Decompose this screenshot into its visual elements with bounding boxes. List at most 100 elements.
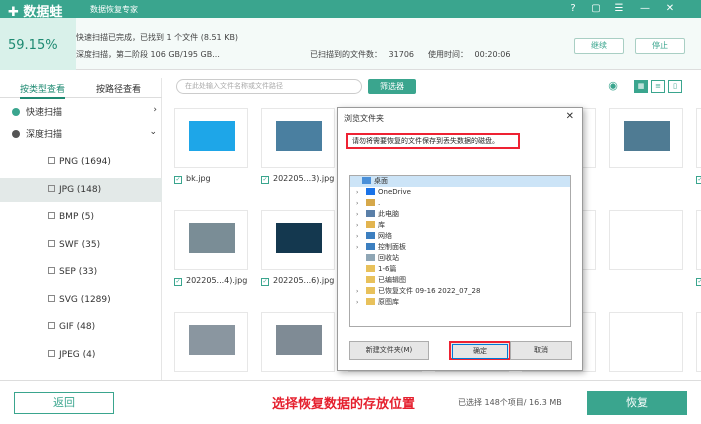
folder-tree-item[interactable]: 已编辑图 (350, 275, 570, 286)
chevron-down-icon[interactable]: ⌄ (149, 127, 157, 137)
file-name: ✓bottom...ft.jpg (696, 276, 701, 286)
file-thumbnail[interactable] (261, 210, 335, 270)
check-icon[interactable]: ✓ (174, 176, 182, 184)
file-type-item[interactable]: BMP (5) (0, 205, 162, 229)
file-thumbnail[interactable] (609, 210, 683, 270)
checkbox[interactable] (48, 184, 55, 192)
new-folder-button[interactable]: 新建文件夹(M) (349, 341, 429, 360)
dialog-close-icon[interactable]: ✕ (566, 111, 574, 122)
expand-chevron-icon[interactable]: › (356, 187, 366, 198)
file-type-item[interactable]: SVG (1289) (0, 288, 162, 312)
expand-chevron-icon[interactable]: › (356, 220, 366, 231)
file-type-item[interactable]: SWF (35) (0, 233, 162, 257)
search-input[interactable]: 在此处输入文件名称或文件路径 (176, 79, 362, 94)
close-icon[interactable]: ✕ (663, 2, 677, 16)
checkbox[interactable] (48, 239, 55, 247)
folder-tree-item[interactable]: › 原图库 (350, 297, 570, 308)
file-thumbnail[interactable] (174, 312, 248, 372)
file-card[interactable]: ✓202205...7).jpg (696, 98, 701, 186)
eye-icon[interactable]: ◉ (606, 80, 620, 93)
quick-scan-section[interactable]: 快速扫描 (12, 105, 62, 118)
expand-chevron-icon[interactable]: › (356, 198, 366, 209)
file-thumbnail[interactable] (696, 108, 701, 168)
file-card[interactable] (261, 302, 335, 380)
continue-button[interactable]: 继续 (574, 38, 624, 54)
minimize-icon[interactable]: — (638, 2, 652, 16)
account-icon[interactable]: ▢ (589, 2, 603, 16)
stop-button[interactable]: 停止 (635, 38, 685, 54)
file-type-item[interactable]: GIF (48) (0, 315, 162, 339)
folder-tree-item[interactable]: › 此电脑 (350, 209, 570, 220)
checkbox[interactable] (48, 157, 55, 164)
file-type-item[interactable]: JPG (148) (0, 177, 162, 202)
file-card[interactable]: ✓ 202205...3).jpg (261, 98, 335, 186)
folder-tree-item[interactable]: › 库 (350, 220, 570, 231)
tab-by-path[interactable]: 按路径查看 (96, 82, 141, 95)
check-icon[interactable]: ✓ (174, 278, 182, 286)
thumbnail-image (276, 325, 322, 355)
deep-scan-section[interactable]: 深度扫描 (12, 127, 62, 140)
check-icon[interactable]: ✓ (696, 176, 701, 184)
checkbox[interactable] (48, 349, 55, 357)
file-card[interactable]: ✓ 202205...6).jpg (261, 200, 335, 288)
folder-tree-item[interactable]: › 已恢复文件 09-16 2022_07_28 (350, 286, 570, 297)
folder-icon (362, 177, 371, 184)
chevron-right-icon[interactable]: › (153, 105, 157, 115)
expand-chevron-icon[interactable]: › (356, 242, 366, 253)
folder-label: 控制面板 (378, 243, 406, 251)
file-thumbnail[interactable] (696, 312, 701, 372)
file-thumbnail[interactable] (696, 210, 701, 270)
checkbox[interactable] (48, 267, 55, 274)
checkbox[interactable] (48, 212, 55, 219)
file-thumbnail[interactable] (174, 108, 248, 168)
cancel-button[interactable]: 取消 (510, 341, 572, 360)
tab-by-type[interactable]: 按类型查看 (20, 82, 66, 99)
file-card[interactable] (696, 302, 701, 380)
file-card[interactable]: ✓ 202205...4).jpg (174, 200, 248, 288)
help-icon[interactable]: ? (566, 2, 580, 16)
file-card[interactable] (609, 200, 683, 288)
file-card[interactable] (609, 98, 683, 186)
folder-tree-item[interactable]: › 控制面板 (350, 242, 570, 253)
file-thumbnail[interactable] (609, 108, 683, 168)
file-type-item[interactable]: PNG (1694) (0, 150, 162, 174)
file-card[interactable] (174, 302, 248, 380)
thumbnail-image (276, 223, 322, 253)
check-icon[interactable]: ✓ (261, 278, 269, 286)
check-icon[interactable]: ✓ (261, 176, 269, 184)
folder-tree[interactable]: 桌面 › OneDrive ›. › 此电脑 › 库 › 网络 › 控制面板 回收站 1-6篇 已编辑图 › 已… (349, 175, 571, 327)
file-thumbnail[interactable] (261, 108, 335, 168)
expand-chevron-icon[interactable]: › (356, 297, 366, 308)
folder-tree-item[interactable]: 回收站 (350, 253, 570, 264)
file-type-item[interactable]: SEP (33) (0, 260, 162, 284)
folder-tree-item[interactable]: 桌面 (350, 176, 570, 187)
file-thumbnail[interactable] (609, 312, 683, 372)
file-card[interactable] (609, 302, 683, 380)
list-view-icon[interactable]: ≡ (651, 80, 665, 93)
filter-button[interactable]: 筛选器 (368, 79, 416, 94)
back-button[interactable]: 返回 (14, 392, 114, 414)
file-card[interactable]: ✓ bk.jpg (174, 98, 248, 186)
checkbox[interactable] (48, 294, 55, 302)
ok-button[interactable]: 确定 (449, 341, 511, 360)
file-type-item[interactable]: JPEG (4) (0, 343, 162, 367)
checkbox[interactable] (48, 322, 55, 329)
detail-view-icon[interactable]: ▯ (668, 80, 682, 93)
file-name-text: 202205...3).jpg (273, 174, 335, 183)
menu-icon[interactable]: ☰ (612, 2, 626, 16)
expand-chevron-icon[interactable]: › (356, 231, 366, 242)
file-thumbnail[interactable] (174, 210, 248, 270)
folder-tree-item[interactable]: 1-6篇 (350, 264, 570, 275)
folder-tree-item[interactable]: › OneDrive (350, 187, 570, 198)
thumbnail-image (624, 121, 670, 151)
folder-tree-item[interactable]: ›. (350, 198, 570, 209)
thumbnail-image (189, 325, 235, 355)
expand-chevron-icon[interactable]: › (356, 209, 366, 220)
file-card[interactable]: ✓bottom...ft.jpg (696, 200, 701, 288)
check-icon[interactable]: ✓ (696, 278, 701, 286)
folder-tree-item[interactable]: › 网络 (350, 231, 570, 242)
grid-view-icon[interactable]: ▦ (634, 80, 648, 93)
expand-chevron-icon[interactable]: › (356, 286, 366, 297)
recover-button[interactable]: 恢复 (587, 391, 687, 415)
file-thumbnail[interactable] (261, 312, 335, 372)
